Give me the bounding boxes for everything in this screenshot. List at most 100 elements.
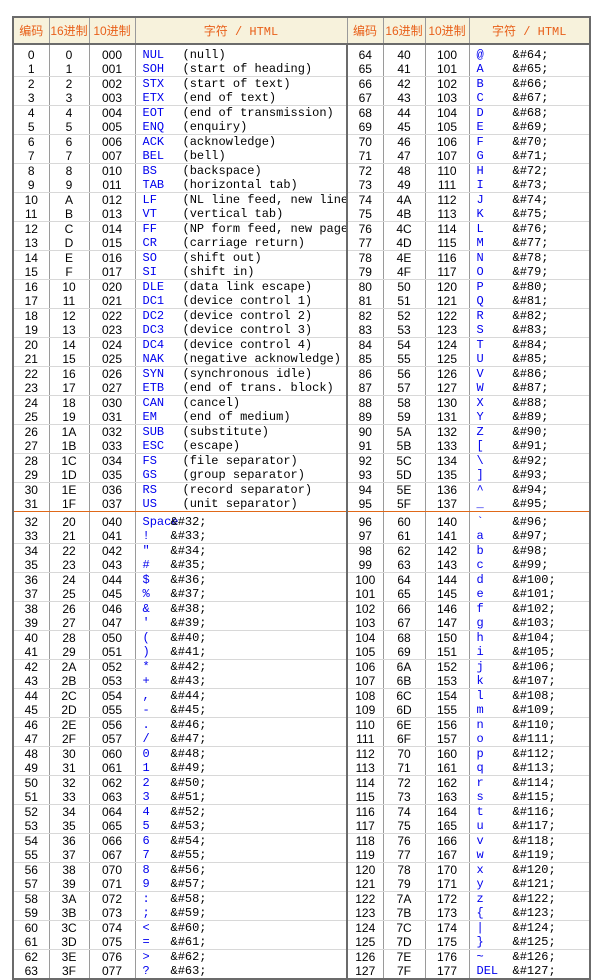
char-cell: @ &#64;: [468, 44, 590, 62]
hex-cell: 1E: [48, 482, 89, 497]
oct-cell: 127: [424, 381, 469, 396]
char-symbol: NUL: [142, 48, 165, 62]
header-char-html: 字符 / HTML: [134, 16, 348, 45]
hex-cell: 59: [382, 410, 425, 425]
oct-cell: 061: [88, 761, 135, 776]
table-row: 49 31 061 1 &#49; 113 71 161 q &#113;: [12, 761, 590, 776]
hex-cell: 60: [382, 511, 425, 529]
table-row: 54 36 066 6 &#54; 118 76 166 v &#118;: [12, 833, 590, 848]
hex-cell: 1F: [48, 497, 89, 512]
oct-cell: 072: [88, 891, 135, 906]
char-cell: y &#121;: [468, 877, 590, 892]
hex-cell: 5C: [382, 453, 425, 468]
oct-cell: 016: [88, 250, 135, 265]
char-description: &#61;: [170, 935, 207, 949]
char-cell: e &#101;: [468, 587, 590, 602]
char-description: &#118;: [512, 834, 556, 848]
char-description: &#68;: [512, 106, 549, 120]
char-cell: BS (backspace): [134, 163, 347, 178]
hex-cell: 69: [382, 645, 425, 660]
char-cell: z &#122;: [468, 891, 590, 906]
char-description: &#101;: [512, 587, 556, 601]
char-symbol: 5: [142, 819, 150, 833]
char-description: (end of text): [182, 91, 277, 105]
code-cell: 110: [346, 717, 383, 732]
oct-cell: 153: [424, 674, 469, 689]
code-cell: 100: [346, 572, 383, 587]
header-hex-2: 16进制: [382, 16, 426, 45]
code-cell: 111: [346, 732, 383, 747]
code-cell: 117: [346, 819, 383, 834]
char-cell: 1 &#49;: [134, 761, 347, 776]
char-cell: = &#61;: [134, 935, 347, 950]
code-cell: 120: [346, 862, 383, 877]
char-description: (device control 2): [182, 309, 313, 323]
char-description: (file separator): [182, 454, 298, 468]
oct-cell: 131: [424, 410, 469, 425]
hex-cell: 73: [382, 790, 425, 805]
char-cell: SO (shift out): [134, 250, 347, 265]
char-description: &#34;: [170, 544, 207, 558]
code-cell: 0: [12, 44, 49, 62]
char-description: &#117;: [512, 819, 556, 833]
hex-cell: 12: [48, 308, 89, 323]
oct-cell: 166: [424, 833, 469, 848]
table-row: 22 16 026 SYN (synchronous idle) 86 56 126 V &#86…: [12, 366, 590, 381]
char-cell: g &#103;: [468, 616, 590, 631]
table-row: 25 19 031 EM (end of medium) 89 59 131 Y &#89;: [12, 410, 590, 425]
char-cell: Z &#90;: [468, 424, 590, 439]
char-symbol: {: [476, 906, 484, 920]
char-cell: $ &#36;: [134, 572, 347, 587]
char-symbol: f: [476, 602, 484, 616]
char-description: &#56;: [170, 863, 207, 877]
char-description: &#108;: [512, 689, 556, 703]
char-cell: d &#100;: [468, 572, 590, 587]
char-cell: > &#62;: [134, 949, 347, 964]
code-cell: 104: [346, 630, 383, 645]
hex-cell: 50: [382, 279, 425, 294]
hex-cell: 27: [48, 616, 89, 631]
char-symbol: P: [476, 280, 484, 294]
code-cell: 13: [12, 236, 49, 251]
char-symbol: ": [142, 544, 150, 558]
oct-cell: 000: [88, 44, 135, 62]
table-row: 10 A 012 LF (NL line feed, new line) 74 4A 112 J…: [12, 192, 590, 207]
header-char-html-2: 字符 / HTML: [468, 16, 591, 45]
code-cell: 36: [12, 572, 49, 587]
oct-cell: 003: [88, 91, 135, 106]
char-description: &#104;: [512, 631, 556, 645]
table-row: 7 7 007 BEL (bell) 71 47 107 G &#71;: [12, 149, 590, 164]
code-cell: 112: [346, 746, 383, 761]
hex-cell: 11: [48, 294, 89, 309]
char-symbol: 7: [142, 848, 150, 862]
code-cell: 61: [12, 935, 49, 950]
code-cell: 115: [346, 790, 383, 805]
char-symbol: F: [476, 135, 484, 149]
code-cell: 37: [12, 587, 49, 602]
oct-cell: 001: [88, 62, 135, 77]
char-symbol: e: [476, 587, 484, 601]
char-description: (vertical tab): [182, 207, 284, 221]
char-symbol: DC1: [142, 294, 165, 308]
hex-cell: 72: [382, 775, 425, 790]
char-description: (device control 3): [182, 323, 313, 337]
table-row: 55 37 067 7 &#55; 119 77 167 w &#119;: [12, 848, 590, 863]
oct-cell: 035: [88, 468, 135, 483]
char-cell: } &#125;: [468, 935, 590, 950]
hex-cell: 51: [382, 294, 425, 309]
char-cell: s &#115;: [468, 790, 590, 805]
hex-cell: 28: [48, 630, 89, 645]
code-cell: 105: [346, 645, 383, 660]
char-symbol: Z: [476, 425, 484, 439]
char-cell: DC2 (device control 2): [134, 308, 347, 323]
char-symbol: /: [142, 732, 150, 746]
table-row: 12 C 014 FF (NP form feed, new page) 76 4C 114 L…: [12, 221, 590, 236]
oct-cell: 113: [424, 207, 469, 222]
char-symbol: 8: [142, 863, 150, 877]
oct-cell: 056: [88, 717, 135, 732]
code-cell: 113: [346, 761, 383, 776]
oct-cell: 100: [424, 44, 469, 62]
hex-cell: 2C: [48, 688, 89, 703]
char-description: (start of text): [182, 77, 291, 91]
hex-cell: 68: [382, 630, 425, 645]
